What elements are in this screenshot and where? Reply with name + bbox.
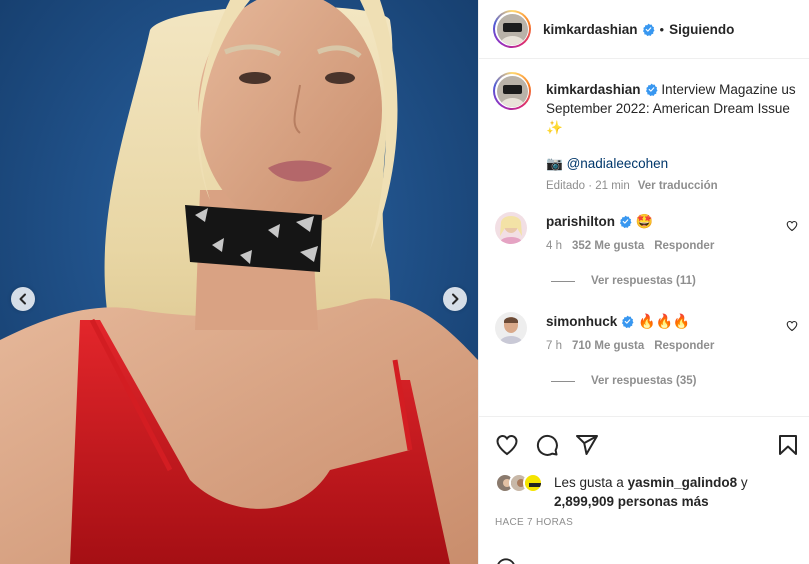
replies-divider-line — [551, 380, 575, 382]
share-icon — [576, 435, 598, 455]
reply-button[interactable]: Responder — [654, 340, 714, 352]
post-sidebar: kimkardashian • Siguiendo kimkardashian … — [478, 0, 809, 564]
heart-icon — [786, 320, 798, 332]
save-button[interactable] — [776, 433, 800, 460]
post-photo — [0, 0, 478, 564]
comment-time: 4 h — [546, 240, 562, 252]
bookmark-icon — [779, 435, 797, 455]
commenter-username[interactable]: simonhuck — [546, 314, 617, 329]
heart-icon — [496, 434, 518, 456]
sparkle-emoji: ✨ — [546, 120, 563, 135]
following-button[interactable]: Siguiendo — [669, 22, 734, 37]
previous-photo-button[interactable] — [11, 287, 35, 311]
comment-text: 🔥🔥🔥 — [638, 313, 691, 329]
reply-button[interactable]: Responder — [654, 240, 714, 252]
author-username[interactable]: kimkardashian — [543, 22, 638, 37]
see-translation-link[interactable]: Ver traducción — [638, 180, 718, 192]
verified-badge-icon — [622, 315, 634, 328]
liker-avatars — [495, 473, 551, 495]
likes-text: Les gusta a yasmin_galindo8 y 2,899,909 … — [554, 473, 794, 511]
verified-badge-icon — [642, 23, 655, 36]
comment-likes[interactable]: 710 Me gusta — [572, 340, 644, 352]
likes-connector: y — [740, 475, 748, 490]
verified-badge-icon — [619, 215, 632, 228]
comment-likes[interactable]: 352 Me gusta — [572, 240, 644, 252]
post-actions: Les gusta a yasmin_galindo8 y 2,899,909 … — [479, 416, 809, 564]
smiley-icon — [497, 558, 515, 564]
photographer-mention[interactable]: @nadialeecohen — [567, 156, 669, 171]
liker-username[interactable]: yasmin_galindo8 — [628, 475, 738, 490]
comment-icon — [536, 434, 558, 456]
commenter-username[interactable]: parishilton — [546, 214, 615, 229]
view-replies-label: Ver respuestas (11) — [591, 275, 696, 287]
caption-author-avatar[interactable] — [493, 72, 531, 110]
caption-username[interactable]: kimkardashian — [546, 82, 641, 97]
like-button[interactable] — [495, 433, 519, 460]
caption-text-block: kimkardashian Interview Magazine us Sept… — [546, 80, 801, 137]
header-separator: • — [659, 21, 665, 37]
comment-meta: 7 h 710 Me gusta Responder — [546, 337, 776, 355]
verified-badge-icon — [645, 83, 658, 96]
comment-time: 7 h — [546, 340, 562, 352]
camera-emoji: 📷 — [546, 156, 563, 171]
post-media[interactable] — [0, 0, 478, 564]
next-photo-button[interactable] — [443, 287, 467, 311]
comment-meta: 4 h 352 Me gusta Responder — [546, 237, 776, 255]
comment-like-button[interactable] — [786, 220, 798, 235]
share-button[interactable] — [575, 433, 599, 460]
comments-section[interactable]: kimkardashian Interview Magazine us Sept… — [479, 60, 809, 416]
emoji-button[interactable] — [495, 557, 517, 564]
heart-icon — [786, 220, 798, 232]
commenter-avatar[interactable] — [495, 312, 527, 344]
likes-prefix: Les gusta a — [554, 475, 624, 490]
likes-count[interactable]: 2,899,909 personas más — [554, 494, 709, 509]
post-header: kimkardashian • Siguiendo — [479, 0, 809, 59]
comment-button[interactable] — [535, 433, 559, 460]
post-timestamp[interactable]: HACE 7 HORAS — [495, 517, 573, 528]
view-replies-button[interactable]: Ver respuestas (35) — [551, 375, 696, 387]
chevron-left-icon — [19, 293, 26, 305]
photo-credit: 📷 @nadialeecohen — [546, 154, 801, 173]
caption-meta: Editado · 21 min Ver traducción — [546, 177, 801, 196]
commenter-avatar[interactable] — [495, 212, 527, 244]
author-avatar[interactable] — [493, 10, 531, 48]
replies-divider-line — [551, 280, 575, 282]
chevron-right-icon — [452, 293, 459, 305]
comment-text: 🤩 — [635, 213, 654, 229]
edited-time: Editado · 21 min — [546, 180, 630, 192]
comment-like-button[interactable] — [786, 320, 798, 335]
view-replies-button[interactable]: Ver respuestas (11) — [551, 275, 696, 287]
liker-avatar — [523, 473, 543, 493]
view-replies-label: Ver respuestas (35) — [591, 375, 697, 387]
